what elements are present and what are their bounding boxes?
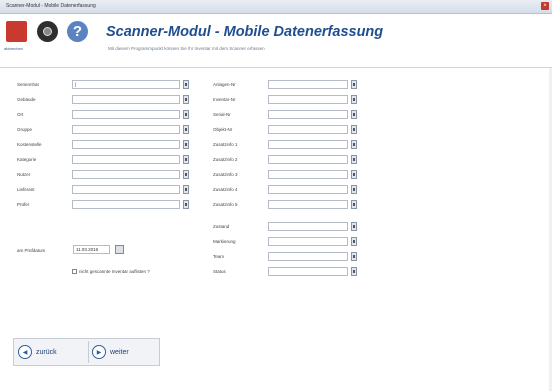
right-lookup-button-3[interactable] (351, 125, 357, 134)
left-lookup-button-1[interactable] (183, 95, 189, 104)
back-label: zurück (36, 348, 57, 356)
right-field-0[interactable] (268, 80, 348, 89)
right2-field-1[interactable] (268, 237, 348, 246)
right2-lookup-button-2[interactable] (351, 252, 357, 261)
right-lookup-button-0[interactable] (351, 80, 357, 89)
help-icon[interactable]: ? (67, 21, 88, 42)
right-label-4: Zusatzinfo 1 (213, 142, 238, 147)
left-label-1: Gebäude (17, 97, 36, 102)
left-label-2: Ort (17, 112, 24, 117)
right-label-7: Zusatzinfo 4 (213, 187, 238, 192)
left-field-2[interactable] (72, 110, 180, 119)
next-button[interactable]: ▶ weiter (92, 341, 129, 363)
close-window-button[interactable]: × (541, 2, 549, 10)
header: abbrechen ? Scanner-Modul - Mobile Daten… (0, 14, 552, 66)
page-title: Scanner-Modul - Mobile Datenerfassung (106, 24, 384, 40)
left-field-8[interactable] (72, 200, 180, 209)
right2-lookup-button-3[interactable] (351, 267, 357, 276)
right-field-4[interactable] (268, 140, 348, 149)
back-button[interactable]: ◀ zurück (18, 341, 57, 363)
right-field-6[interactable] (268, 170, 348, 179)
left-field-0[interactable]: | (72, 80, 180, 89)
right-field-3[interactable] (268, 125, 348, 134)
right-label-2: Serial-Nr (213, 112, 231, 117)
left-label-5: Kategorie (17, 157, 37, 162)
right-label-3: Objekt-Nr (213, 127, 233, 132)
right2-label-1: Markierung (213, 239, 236, 244)
right2-label-3: Status (213, 269, 226, 274)
right-lookup-button-4[interactable] (351, 140, 357, 149)
left-lookup-button-2[interactable] (183, 110, 189, 119)
left-lookup-button-6[interactable] (183, 170, 189, 179)
navigation-bar: ◀ zurück ▶ weiter (13, 338, 160, 366)
left-field-3[interactable] (72, 125, 180, 134)
left-label-6: Nutzer (17, 172, 31, 177)
right-field-5[interactable] (268, 155, 348, 164)
date-label: am Prüfdatum (17, 248, 46, 253)
window-titlebar: Scanner-Modul - Mobile Datenerfassung × (0, 0, 552, 14)
back-arrow-icon: ◀ (18, 345, 32, 359)
right-label-5: Zusatzinfo 2 (213, 157, 238, 162)
right2-field-2[interactable] (268, 252, 348, 261)
right2-lookup-button-0[interactable] (351, 222, 357, 231)
right-field-1[interactable] (268, 95, 348, 104)
left-lookup-button-8[interactable] (183, 200, 189, 209)
right-label-6: Zusatzinfo 3 (213, 172, 238, 177)
right2-label-0: Zustand (213, 224, 230, 229)
calendar-icon[interactable] (115, 245, 124, 254)
right2-field-3[interactable] (268, 267, 348, 276)
left-lookup-button-5[interactable] (183, 155, 189, 164)
left-field-1[interactable] (72, 95, 180, 104)
missing-items-label: nicht gescannte Inventar auflisten ? (79, 269, 150, 274)
right2-field-0[interactable] (268, 222, 348, 231)
exit-label: abbrechen (4, 46, 23, 51)
page-subtitle: Mit diesem Programmpunkt können Sie Ihr … (108, 46, 265, 51)
left-field-7[interactable] (72, 185, 180, 194)
right2-lookup-button-1[interactable] (351, 237, 357, 246)
right-field-2[interactable] (268, 110, 348, 119)
left-label-7: Lieferant (17, 187, 35, 192)
right-label-0: Anlagen-Nr (213, 82, 236, 87)
header-divider (0, 67, 552, 68)
date-field[interactable]: 11.03.2016 (73, 245, 110, 254)
right-label-8: Zusatzinfo 5 (213, 202, 238, 207)
left-field-4[interactable] (72, 140, 180, 149)
window-title: Scanner-Modul - Mobile Datenerfassung (6, 3, 96, 9)
left-lookup-button-0[interactable] (183, 80, 189, 89)
right-lookup-button-5[interactable] (351, 155, 357, 164)
right-label-1: Inventar-Nr (213, 97, 236, 102)
next-arrow-icon: ▶ (92, 345, 106, 359)
left-lookup-button-4[interactable] (183, 140, 189, 149)
left-field-6[interactable] (72, 170, 180, 179)
left-label-8: Prüfer (17, 202, 30, 207)
right2-label-2: Team (213, 254, 225, 259)
right-field-8[interactable] (268, 200, 348, 209)
left-lookup-button-3[interactable] (183, 125, 189, 134)
left-label-4: Kostenstelle (17, 142, 42, 147)
right-lookup-button-7[interactable] (351, 185, 357, 194)
nav-divider (88, 341, 89, 363)
left-field-5[interactable] (72, 155, 180, 164)
right-field-7[interactable] (268, 185, 348, 194)
left-label-0: Seriennhat (17, 82, 39, 87)
right-lookup-button-2[interactable] (351, 110, 357, 119)
left-label-3: Gruppe (17, 127, 33, 132)
exit-icon[interactable] (6, 21, 27, 42)
right-lookup-button-8[interactable] (351, 200, 357, 209)
camera-icon[interactable] (37, 21, 58, 42)
right-lookup-button-6[interactable] (351, 170, 357, 179)
right-lookup-button-1[interactable] (351, 95, 357, 104)
next-label: weiter (110, 348, 129, 356)
missing-items-checkbox[interactable] (72, 269, 77, 274)
left-lookup-button-7[interactable] (183, 185, 189, 194)
